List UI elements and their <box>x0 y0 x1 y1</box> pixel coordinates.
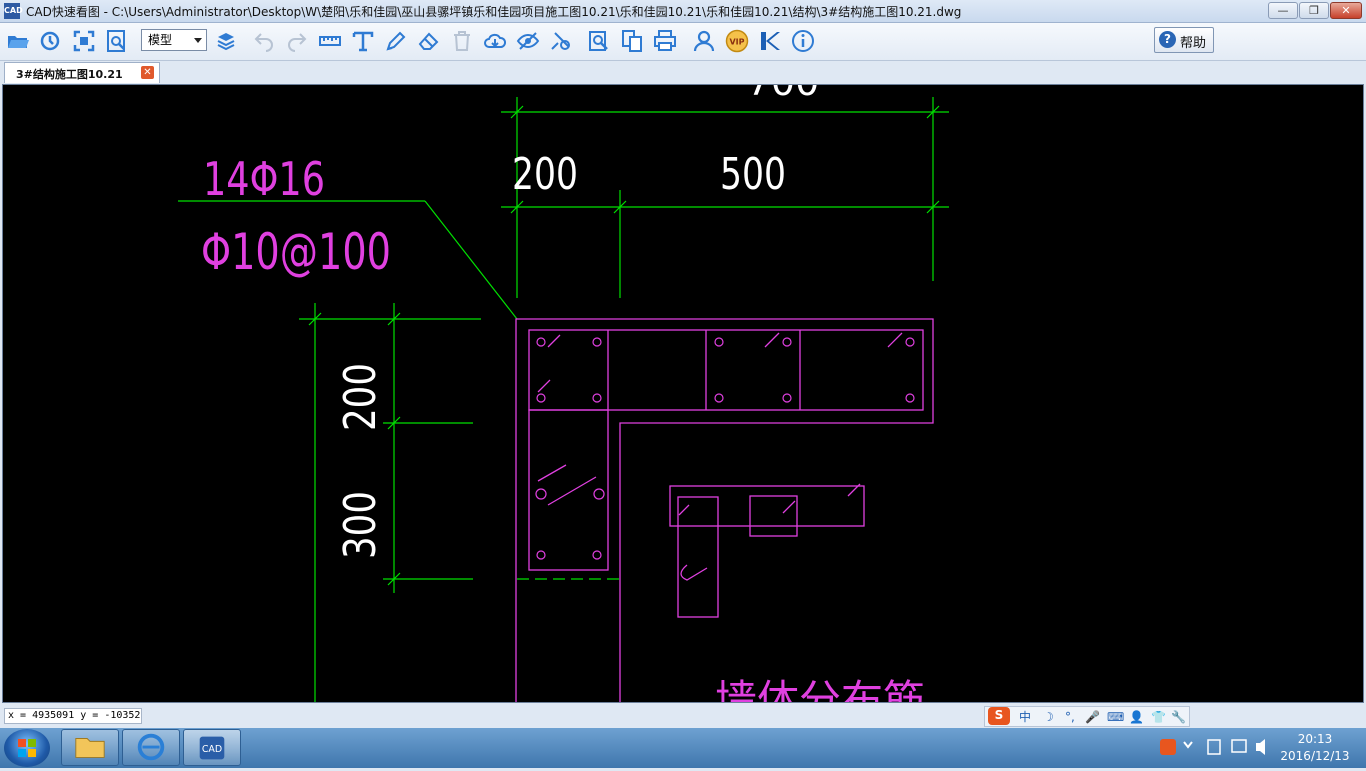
clock-date[interactable]: 2016/12/13 <box>1275 749 1355 763</box>
document-tabbar: 3#结构施工图10.21 ✕ <box>0 61 1366 83</box>
zoom-window-icon[interactable] <box>105 29 129 53</box>
open-folder-icon[interactable] <box>6 29 30 53</box>
tab-label: 3#结构施工图10.21 <box>16 68 123 81</box>
eraser-icon[interactable] <box>417 29 441 53</box>
redo-icon[interactable] <box>285 29 309 53</box>
cad-drawing: 700 200 500 14Φ16 Φ10@100 200 300 墙体分布筋 <box>178 85 949 702</box>
cloud-icon[interactable] <box>483 29 507 53</box>
view-mode-label: 模型 <box>148 33 173 47</box>
user-icon[interactable] <box>692 29 716 53</box>
folder-icon <box>75 738 105 758</box>
history-icon[interactable] <box>38 29 62 53</box>
layers-icon[interactable] <box>214 29 238 53</box>
help-label: 帮助 <box>1180 36 1207 51</box>
rebar-main-label: 14Φ16 <box>203 152 325 206</box>
ime-chinese-mode[interactable]: 中 <box>1019 709 1031 725</box>
window-title: CAD快速看图 - C:\Users\Administrator\Desktop… <box>26 5 962 19</box>
export-icon[interactable] <box>620 29 644 53</box>
wall-section <box>515 318 934 702</box>
punctuation-icon[interactable]: °, <box>1065 709 1075 725</box>
maximize-button[interactable]: ❐ <box>1299 2 1329 19</box>
k-logo-icon[interactable] <box>758 29 782 53</box>
ie-icon <box>137 733 165 761</box>
minimize-button[interactable]: — <box>1268 2 1298 19</box>
trash-icon[interactable] <box>450 29 474 53</box>
start-button[interactable] <box>4 729 50 767</box>
tray-icons[interactable] <box>1156 728 1286 768</box>
dim-text-200: 200 <box>512 149 578 200</box>
help-button[interactable]: ? 帮助 <box>1154 27 1214 53</box>
moon-icon[interactable]: ☽ <box>1043 709 1054 725</box>
zoom-extents-icon[interactable] <box>72 29 96 53</box>
print-icon[interactable] <box>653 29 677 53</box>
partial-label: 墙体分布筋 <box>715 676 925 702</box>
title-bar: CAD CAD快速看图 - C:\Users\Administrator\Des… <box>0 0 1366 23</box>
sogou-icon[interactable]: S <box>988 707 1010 725</box>
info-icon[interactable] <box>791 29 815 53</box>
wrench-icon[interactable]: 🔧 <box>1171 709 1186 725</box>
dim-text-left-200: 200 <box>335 363 386 431</box>
status-bar: x = 4935091 y = -10352 S 中 ☽ °, 🎤 ⌨ 👤 👕 … <box>0 704 1366 728</box>
skin-icon[interactable]: 👕 <box>1151 709 1166 725</box>
hide-icon[interactable] <box>516 29 540 53</box>
vip-icon[interactable]: VIP <box>725 29 749 53</box>
dim-text-500: 500 <box>720 149 786 200</box>
ie-task-button[interactable] <box>122 729 180 766</box>
ime-toolbar[interactable]: S 中 ☽ °, 🎤 ⌨ 👤 👕 🔧 <box>984 706 1190 727</box>
dim-text-700: 700 <box>747 85 820 104</box>
tab-close-icon[interactable]: ✕ <box>141 66 154 79</box>
app-icon: CAD <box>4 3 23 19</box>
left-dimensions <box>299 303 481 702</box>
print-preview-icon[interactable] <box>587 29 611 53</box>
vip-label: VIP <box>729 38 744 47</box>
text-icon[interactable] <box>351 29 375 53</box>
windows-logo-icon <box>18 739 36 757</box>
view-mode-select[interactable]: 模型 <box>141 29 207 51</box>
keyboard-icon[interactable]: ⌨ <box>1107 709 1124 725</box>
explorer-task-button[interactable] <box>61 729 119 766</box>
settings-icon[interactable] <box>549 29 573 53</box>
measure-icon[interactable] <box>318 29 342 53</box>
pen-icon[interactable] <box>384 29 408 53</box>
clock-time[interactable]: 20:13 <box>1290 732 1340 746</box>
help-icon: ? <box>1159 31 1176 48</box>
dim-text-left-300: 300 <box>335 491 386 559</box>
undo-icon[interactable] <box>252 29 276 53</box>
cad-task-button[interactable]: CAD <box>183 729 241 766</box>
drawing-canvas[interactable]: 700 200 500 14Φ16 Φ10@100 200 300 墙体分布筋 <box>2 84 1364 703</box>
microphone-icon[interactable]: 🎤 <box>1085 709 1100 725</box>
close-button[interactable]: ✕ <box>1330 2 1362 19</box>
toolbar: 模型 VIP ? 帮助 <box>0 23 1366 61</box>
tab-document[interactable]: 3#结构施工图10.21 ✕ <box>4 62 160 83</box>
taskbar: CAD 20:13 2016/12/13 <box>0 728 1366 768</box>
cad-icon-label: CAD <box>202 744 222 755</box>
stirrup-label: Φ10@100 <box>201 223 391 281</box>
chevron-down-icon <box>194 38 202 43</box>
user-icon[interactable]: 👤 <box>1129 709 1144 725</box>
coordinate-readout: x = 4935091 y = -10352 <box>4 708 142 724</box>
cad-icon: CAD <box>199 736 225 760</box>
